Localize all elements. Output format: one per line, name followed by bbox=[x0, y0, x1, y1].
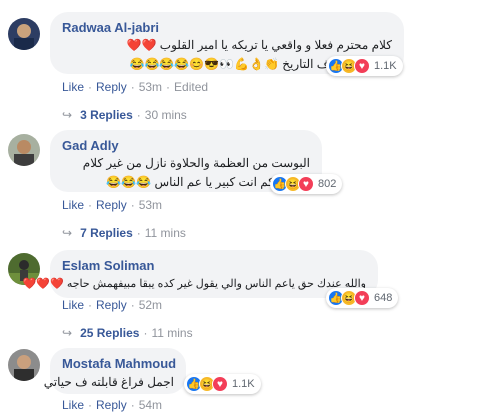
reaction-count: 802 bbox=[318, 178, 337, 190]
comment-actions: Like · Reply · 52m bbox=[62, 298, 162, 312]
reply-link[interactable]: Reply bbox=[96, 298, 127, 312]
separator: · bbox=[130, 398, 135, 412]
replies-count[interactable]: 7 Replies bbox=[80, 226, 133, 240]
reaction-count: 648 bbox=[374, 292, 393, 304]
comment-time[interactable]: 54m bbox=[139, 398, 162, 412]
separator: · bbox=[136, 226, 141, 240]
reply-link[interactable]: Reply bbox=[96, 80, 127, 94]
separator: · bbox=[88, 398, 93, 412]
comment-time[interactable]: 53m bbox=[139, 80, 162, 94]
reaction-count: 1.1K bbox=[374, 60, 397, 72]
comment-time[interactable]: 52m bbox=[139, 298, 162, 312]
separator: · bbox=[88, 198, 93, 212]
comment-text-line: والله عندك حق ياعم الناس والي يقول غير ك… bbox=[22, 278, 366, 290]
comment-actions: Like · Reply · 54m bbox=[62, 398, 162, 412]
love-reaction-icon: ♥ bbox=[354, 290, 370, 306]
comment-bubble: Mostafa Mahmoud اجمل فراغ قابلته ف حياتي bbox=[44, 348, 186, 394]
avatar[interactable] bbox=[8, 349, 40, 381]
comment-text-line: كلام محترم فعلا و واقعي يا تريكه يا امير… bbox=[126, 38, 392, 52]
separator: · bbox=[143, 326, 148, 340]
reply-link[interactable]: Reply bbox=[96, 198, 127, 212]
replies-time: 11 mins bbox=[144, 226, 186, 240]
like-link[interactable]: Like bbox=[62, 398, 84, 412]
commenter-name[interactable]: Radwaa Al-jabri bbox=[62, 20, 159, 35]
avatar[interactable] bbox=[8, 18, 40, 50]
separator: · bbox=[130, 298, 135, 312]
separator: · bbox=[166, 80, 171, 94]
like-link[interactable]: Like bbox=[62, 80, 84, 94]
separator: · bbox=[136, 108, 141, 122]
comment-actions: Like · Reply · 53m · Edited bbox=[62, 80, 208, 94]
comment-actions: Like · Reply · 53m bbox=[62, 198, 162, 212]
reply-arrow-icon: ↪ bbox=[62, 326, 73, 340]
replies-time: 11 mins bbox=[151, 326, 193, 340]
edited-label[interactable]: Edited bbox=[174, 80, 208, 94]
comment-text-line: البوست من العظمة والحلاوة نازل من غير كل… bbox=[82, 156, 310, 170]
reaction-summary[interactable]: 👍 😆 ♥ 1.1K bbox=[184, 374, 261, 394]
view-replies[interactable]: ↪ 3 Replies · 30 mins bbox=[62, 108, 187, 122]
reaction-summary[interactable]: 👍 😆 ♥ 802 bbox=[270, 174, 343, 194]
view-replies[interactable]: ↪ 7 Replies · 11 mins bbox=[62, 226, 186, 240]
reaction-summary[interactable]: 👍 😆 ♥ 648 bbox=[326, 288, 399, 308]
like-link[interactable]: Like bbox=[62, 298, 84, 312]
reply-arrow-icon: ↪ bbox=[62, 108, 73, 122]
reply-arrow-icon: ↪ bbox=[62, 226, 73, 240]
like-link[interactable]: Like bbox=[62, 198, 84, 212]
separator: · bbox=[88, 298, 93, 312]
love-reaction-icon: ♥ bbox=[354, 58, 370, 74]
commenter-name[interactable]: Gad Adly bbox=[62, 138, 119, 153]
avatar[interactable] bbox=[8, 134, 40, 166]
separator: · bbox=[130, 198, 135, 212]
love-reaction-icon: ♥ bbox=[298, 176, 314, 192]
replies-count[interactable]: 3 Replies bbox=[80, 108, 133, 122]
separator: · bbox=[88, 80, 93, 94]
reply-link[interactable]: Reply bbox=[96, 398, 127, 412]
comment-time[interactable]: 53m bbox=[139, 198, 162, 212]
commenter-name[interactable]: Eslam Soliman bbox=[62, 258, 154, 273]
commenter-name[interactable]: Mostafa Mahmoud bbox=[62, 356, 176, 371]
replies-time: 30 mins bbox=[144, 108, 187, 122]
replies-count[interactable]: 25 Replies bbox=[80, 326, 139, 340]
love-reaction-icon: ♥ bbox=[212, 376, 228, 392]
separator: · bbox=[130, 80, 135, 94]
reaction-summary[interactable]: 👍 😆 ♥ 1.1K bbox=[326, 56, 403, 76]
reaction-count: 1.1K bbox=[232, 378, 255, 390]
view-replies[interactable]: ↪ 25 Replies · 11 mins bbox=[62, 326, 193, 340]
comment-text-line: كم انت كبير يا عم الناس 😂😂😂 bbox=[106, 175, 274, 189]
comment-text-line: اجمل فراغ قابلته ف حياتي bbox=[43, 375, 174, 389]
